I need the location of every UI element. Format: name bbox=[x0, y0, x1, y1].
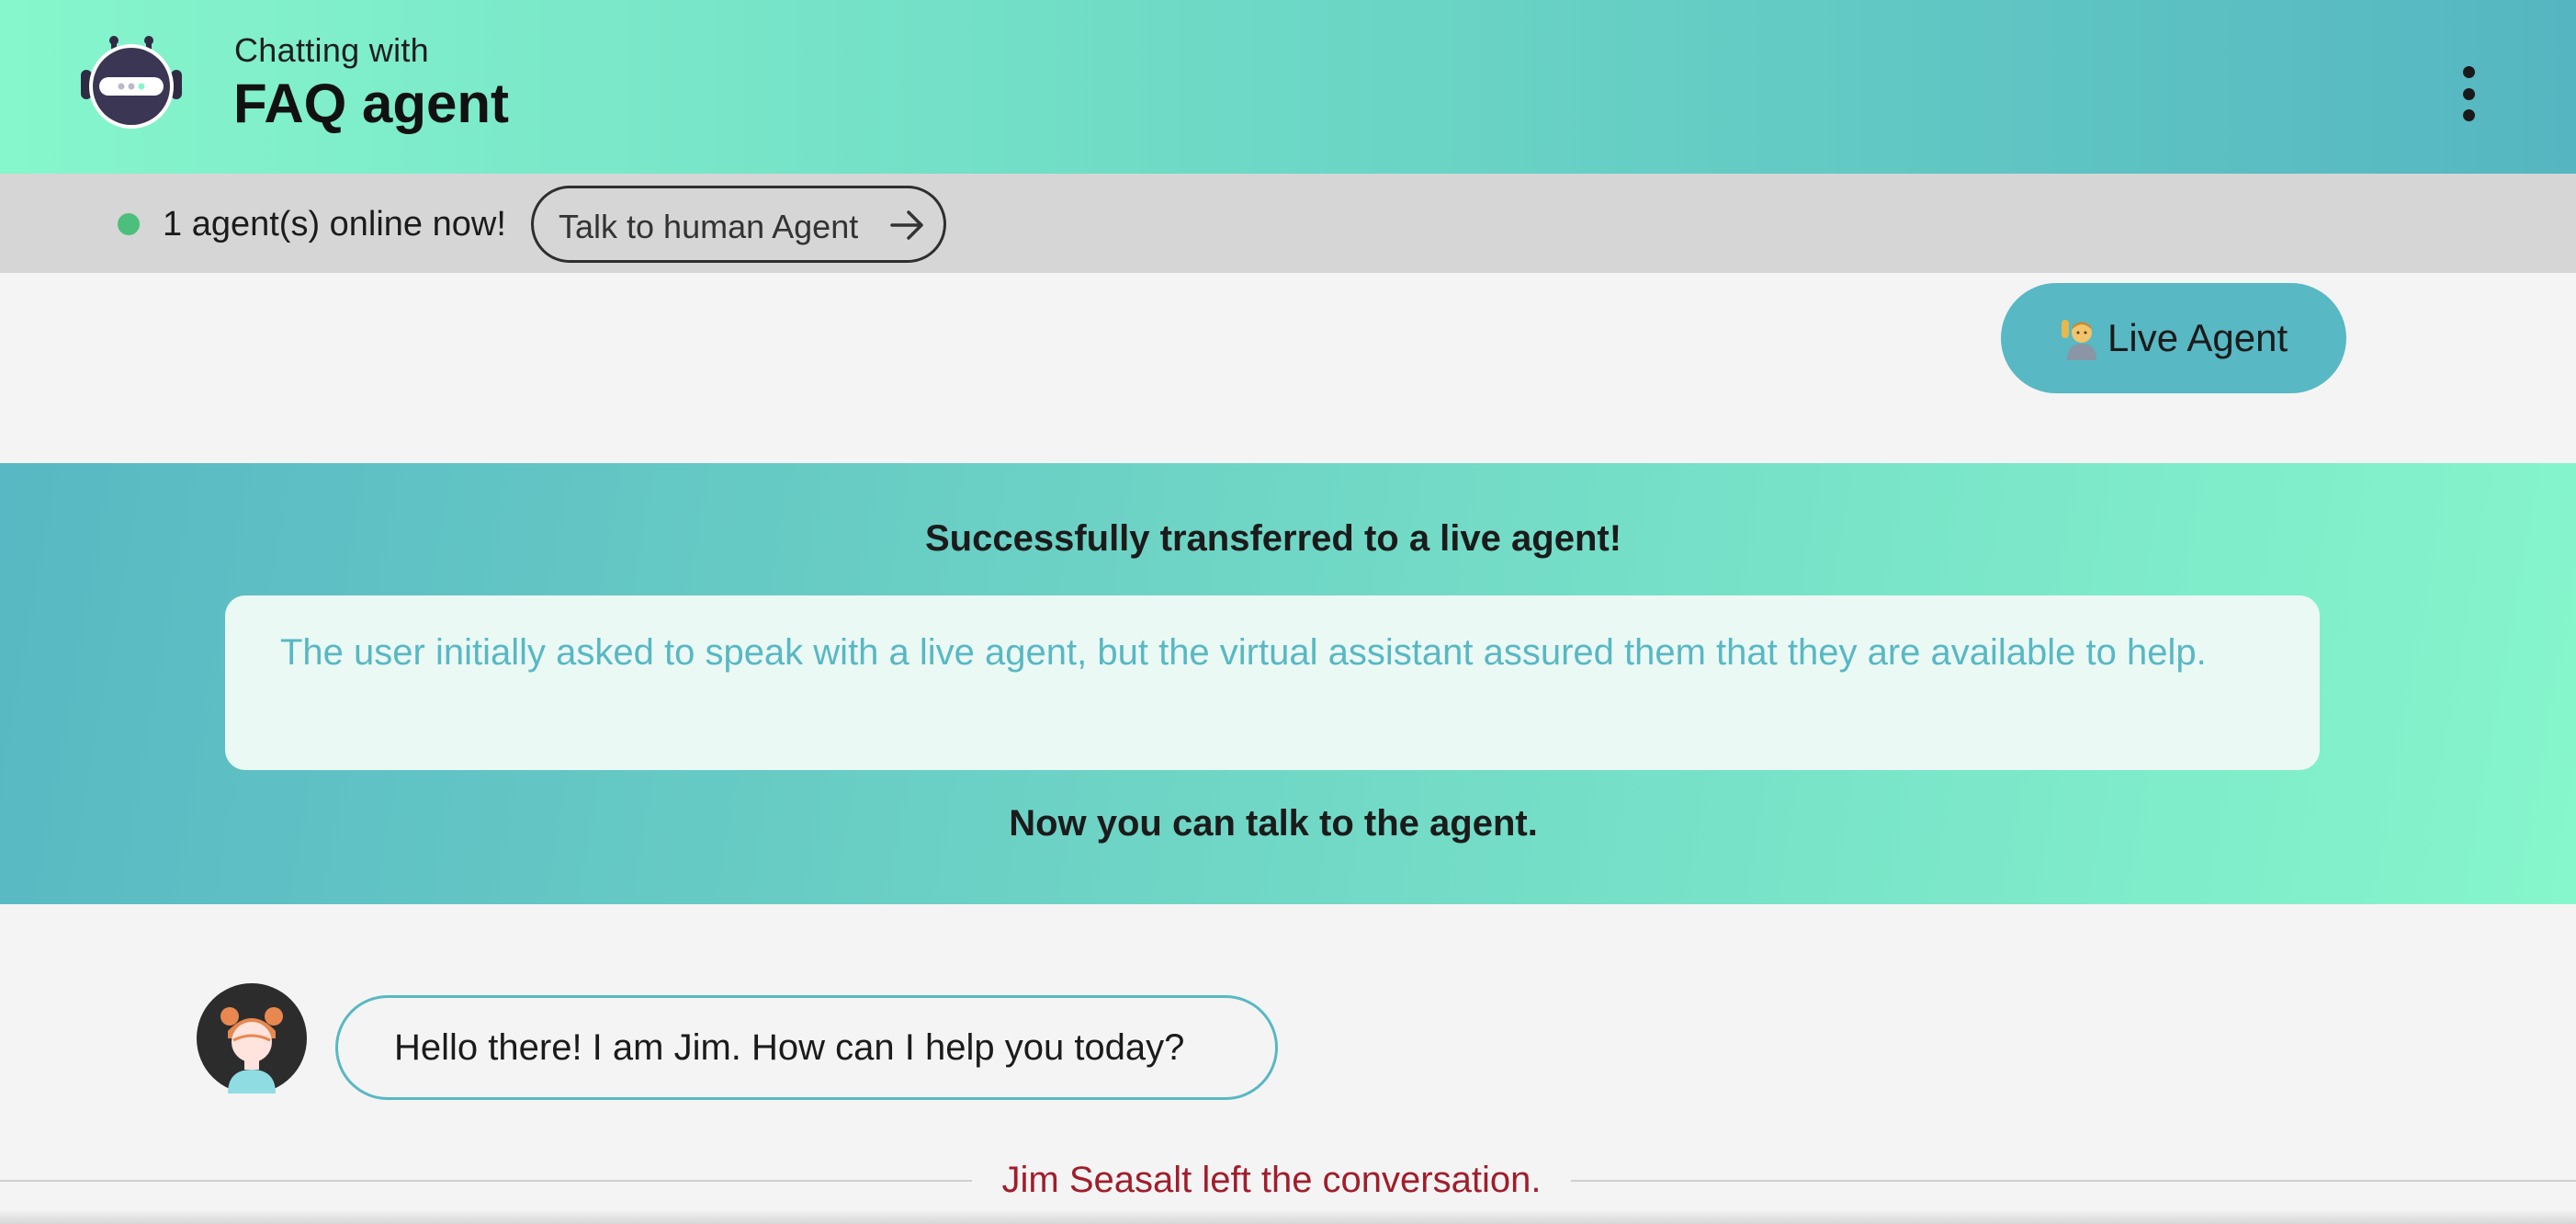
person-raising-hand-icon bbox=[2062, 320, 2096, 360]
transfer-footer: Now you can talk to the agent. bbox=[1009, 803, 1538, 844]
transfer-summary-box: The user initially asked to speak with a… bbox=[225, 595, 2320, 770]
chat-page: Chatting with FAQ agent 1 agent(s) onlin… bbox=[0, 0, 2576, 1224]
system-notice: Jim Seasalt left the conversation. bbox=[1001, 1160, 1542, 1200]
message-text: Hello there! I am Jim. How can I help yo… bbox=[394, 1027, 1185, 1068]
header-title: FAQ agent bbox=[233, 73, 510, 134]
talk-to-human-label: Talk to human Agent bbox=[559, 208, 859, 245]
transfer-title: Successfully transferred to a live agent… bbox=[924, 518, 1622, 559]
menu-dot bbox=[2462, 66, 2475, 78]
online-status-text: 1 agent(s) online now! bbox=[163, 205, 506, 244]
divider-line bbox=[0, 1180, 972, 1182]
transfer-summary-text: The user initially asked to speak with a… bbox=[280, 632, 2207, 673]
robot-icon bbox=[81, 36, 182, 129]
header-subtitle: Chatting with bbox=[234, 31, 430, 69]
chat-header: Chatting with FAQ agent bbox=[0, 0, 2576, 174]
agent-avatar bbox=[197, 983, 307, 1094]
online-indicator-icon bbox=[118, 213, 140, 235]
more-vertical-icon[interactable] bbox=[2447, 59, 2490, 129]
message-bubble: Hello there! I am Jim. How can I help yo… bbox=[335, 995, 1278, 1100]
divider-line bbox=[1571, 1180, 2576, 1182]
arrow-right-icon bbox=[890, 210, 923, 240]
transfer-banner: Successfully transferred to a live agent… bbox=[0, 463, 2576, 904]
live-agent-label: Live Agent bbox=[2107, 316, 2288, 359]
agent-status-bar: 1 agent(s) online now! Talk to human Age… bbox=[0, 174, 2576, 273]
live-agent-button[interactable]: Live Agent bbox=[2001, 283, 2346, 393]
talk-to-human-button[interactable]: Talk to human Agent bbox=[531, 186, 946, 263]
composer-shadow bbox=[0, 1209, 2576, 1224]
menu-dot bbox=[2462, 87, 2475, 100]
menu-dot bbox=[2462, 109, 2475, 121]
